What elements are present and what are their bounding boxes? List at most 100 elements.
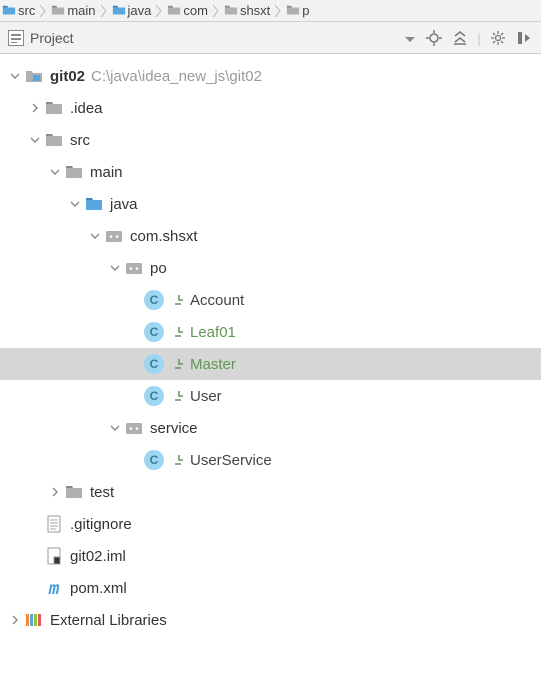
chevron-down-icon[interactable] [6,67,24,85]
breadcrumb-item[interactable]: src [0,0,39,21]
vcs-added-icon [172,293,186,307]
node-name: UserService [190,452,272,469]
node-name: java [110,196,138,213]
chevron-right-icon[interactable] [46,483,64,501]
breadcrumb-item[interactable]: main [47,0,99,21]
breadcrumb-item[interactable]: shsxt [220,0,274,21]
chevron-down-icon[interactable] [26,131,44,149]
tree-node-pom[interactable]: m pom.xml [0,572,541,604]
chevron-down-icon[interactable] [106,419,124,437]
locate-icon[interactable] [425,29,443,47]
node-name: .idea [70,100,103,117]
chevron-right-icon [100,0,108,21]
iml-file-icon [44,546,64,566]
chevron-down-icon[interactable] [106,259,124,277]
chevron-right-icon [274,0,282,21]
library-icon [24,610,44,630]
separator: | [477,30,481,46]
breadcrumb-label: com [183,3,208,18]
node-name: src [70,132,90,149]
vcs-added-icon [172,389,186,403]
vcs-added-icon [172,453,186,467]
gear-icon[interactable] [489,29,507,47]
class-icon: C [144,290,164,310]
tree-node-package[interactable]: com.shsxt [0,220,541,252]
node-name: Leaf01 [190,324,236,341]
tree-node-root[interactable]: git02 C:\java\idea_new_js\git02 [0,60,541,92]
node-name: com.shsxt [130,228,198,245]
tree-node-test[interactable]: test [0,476,541,508]
package-icon [124,258,144,278]
project-tree[interactable]: git02 C:\java\idea_new_js\git02 .idea sr… [0,54,541,636]
breadcrumb: src main java com shsxt p [0,0,541,22]
node-name: Account [190,292,244,309]
breadcrumb-label: p [302,3,309,18]
tree-node-gitignore[interactable]: .gitignore [0,508,541,540]
node-name: po [150,260,167,277]
node-name: External Libraries [50,612,167,629]
folder-icon [112,4,126,18]
node-name: test [90,484,114,501]
package-icon [124,418,144,438]
chevron-right-icon[interactable] [26,99,44,117]
breadcrumb-label: java [128,3,152,18]
module-folder-icon [24,66,44,86]
tree-node-class-leaf01[interactable]: C Leaf01 [0,316,541,348]
tree-node-iml[interactable]: git02.iml [0,540,541,572]
folder-icon [51,4,65,18]
folder-icon [167,4,181,18]
node-name: main [90,164,123,181]
tree-node-class-user[interactable]: C User [0,380,541,412]
chevron-right-icon [155,0,163,21]
folder-icon [286,4,300,18]
breadcrumb-item[interactable]: p [282,0,313,21]
tree-node-class-userservice[interactable]: C UserService [0,444,541,476]
node-name: .gitignore [70,516,132,533]
node-name: service [150,420,198,437]
collapse-all-icon[interactable] [451,29,469,47]
breadcrumb-item[interactable]: com [163,0,212,21]
tree-node-idea[interactable]: .idea [0,92,541,124]
tree-node-po[interactable]: po [0,252,541,284]
tree-node-class-account[interactable]: C Account [0,284,541,316]
breadcrumb-label: main [67,3,95,18]
toolwindow-title[interactable]: Project [30,30,74,46]
node-path: C:\java\idea_new_js\git02 [91,68,262,85]
node-name: User [190,388,222,405]
chevron-down-icon[interactable] [66,195,84,213]
node-name: git02.iml [70,548,126,565]
text-file-icon [44,514,64,534]
chevron-down-icon[interactable] [46,163,64,181]
chevron-right-icon[interactable] [6,611,24,629]
node-name: pom.xml [70,580,127,597]
folder-icon [44,98,64,118]
folder-icon [44,130,64,150]
dropdown-arrow-icon[interactable] [405,30,415,46]
breadcrumb-item[interactable]: java [108,0,156,21]
folder-icon [64,482,84,502]
tree-node-class-master[interactable]: C Master [0,348,541,380]
package-icon [104,226,124,246]
vcs-added-icon [172,357,186,371]
node-name: git02 [50,68,85,85]
source-folder-icon [84,194,104,214]
chevron-down-icon[interactable] [86,227,104,245]
maven-file-icon: m [44,578,64,598]
tree-node-java[interactable]: java [0,188,541,220]
vcs-added-icon [172,325,186,339]
tree-node-service[interactable]: service [0,412,541,444]
class-icon: C [144,322,164,342]
node-name: Master [190,356,236,373]
class-icon: C [144,354,164,374]
tree-node-src[interactable]: src [0,124,541,156]
folder-icon [2,4,16,18]
class-icon: C [144,386,164,406]
folder-icon [224,4,238,18]
hide-icon[interactable] [515,29,533,47]
project-view-icon[interactable] [8,30,24,46]
folder-icon [64,162,84,182]
breadcrumb-label: shsxt [240,3,270,18]
tree-node-main[interactable]: main [0,156,541,188]
toolwindow-header: Project | [0,22,541,54]
tree-node-external-libraries[interactable]: External Libraries [0,604,541,636]
